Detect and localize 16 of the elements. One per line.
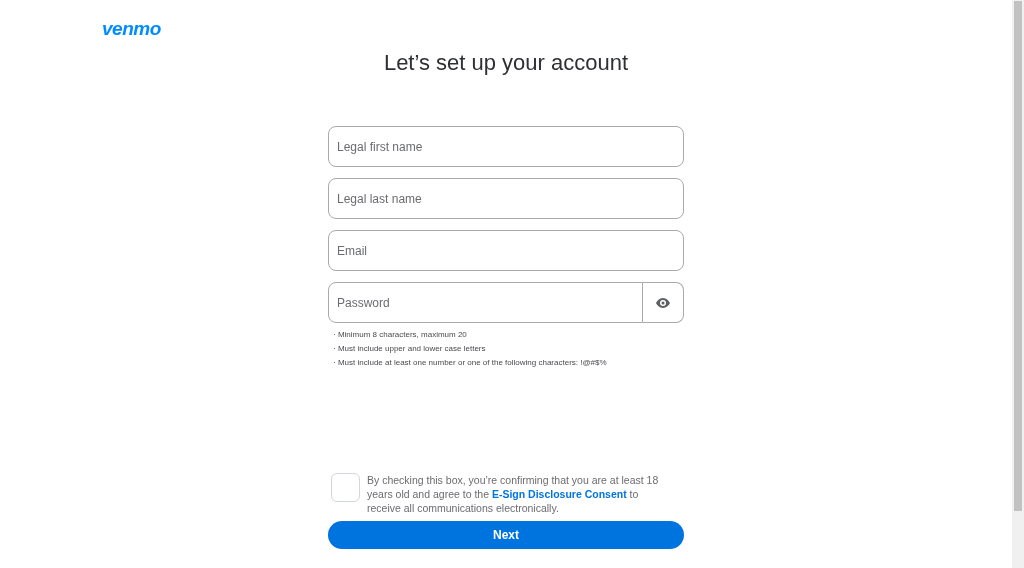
disclosure-link[interactable]: E-Sign Disclosure Consent bbox=[491, 488, 627, 500]
eye-icon bbox=[656, 297, 670, 308]
input-field[interactable]: Legal last name bbox=[328, 178, 684, 219]
show-password-button[interactable] bbox=[643, 282, 684, 323]
input-field[interactable]: Email bbox=[328, 230, 684, 271]
password-field[interactable]: Password bbox=[328, 282, 643, 323]
password-rule: · Minimum 8 characters, maximum 20 bbox=[333, 329, 468, 341]
consent-text: By checking this box, you’re confirming that you are at least 18 years old and agree to the E-Sign Disclosure Consent to receive all communications electronically. bbox=[366, 473, 660, 515]
venmo-logo[interactable]: venmo bbox=[102, 18, 161, 39]
password-rule: · Must include upper and lower case letters bbox=[333, 343, 487, 355]
page-heading: Let’s set up your account bbox=[383, 49, 629, 77]
password-rule: · Must include at least one number or one of the following characters: !@#$% bbox=[333, 357, 608, 369]
consent-checkbox[interactable] bbox=[331, 473, 360, 502]
next-button[interactable]: Next bbox=[328, 521, 684, 549]
scrollbar[interactable] bbox=[1012, 0, 1024, 568]
input-field[interactable]: Legal first name bbox=[328, 126, 684, 167]
